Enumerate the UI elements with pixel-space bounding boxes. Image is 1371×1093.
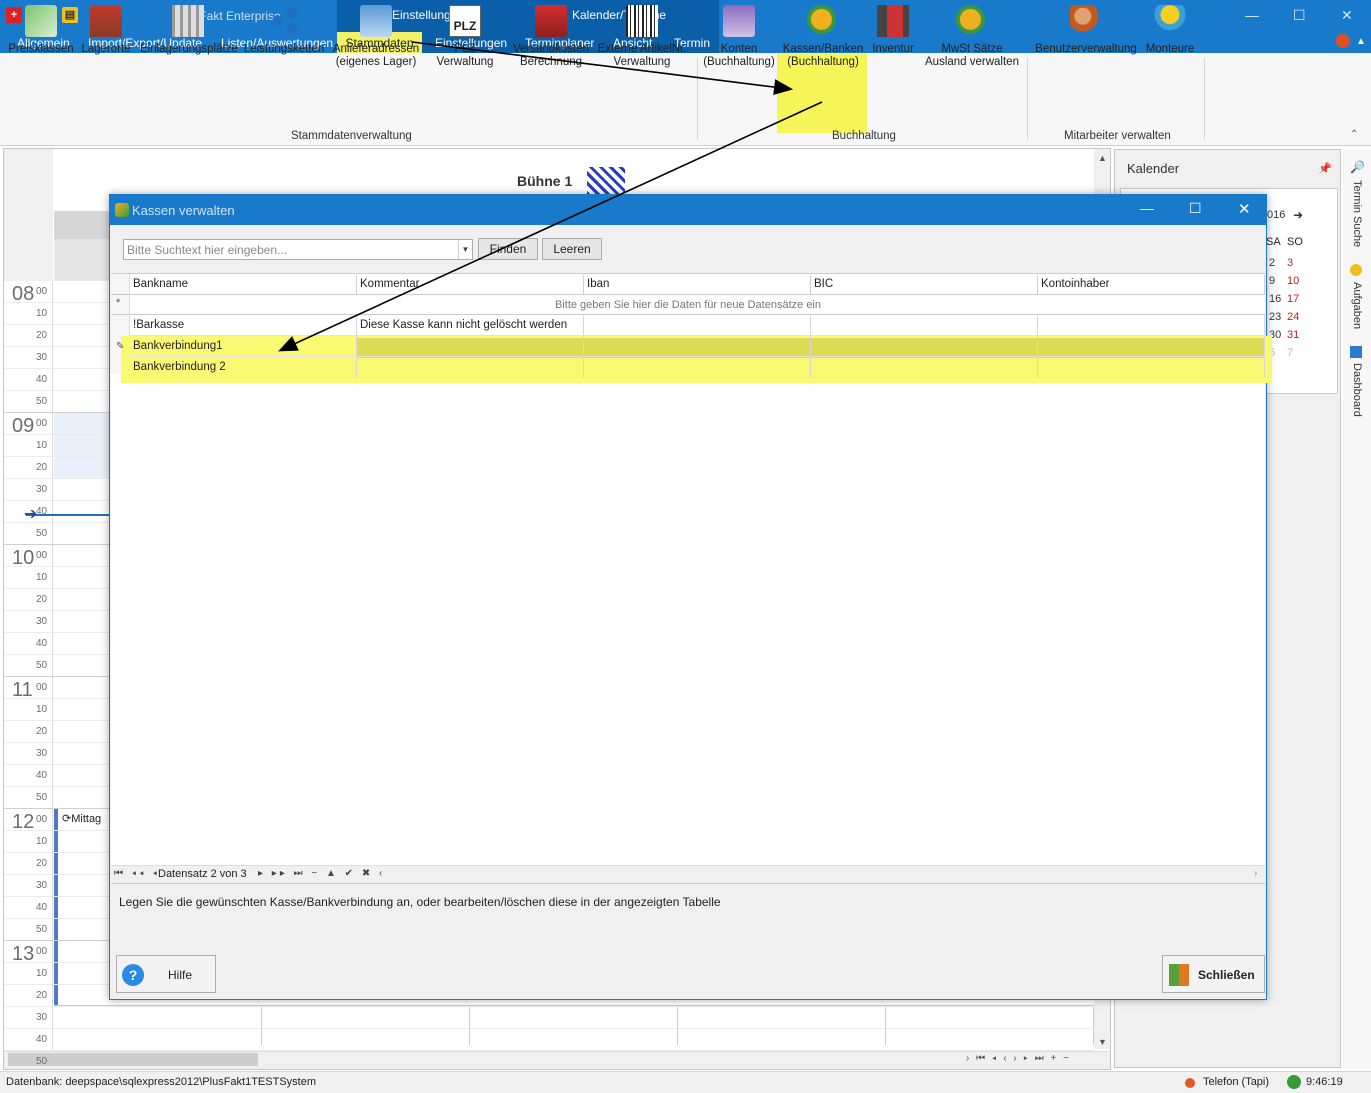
phone-status-icon	[1185, 1078, 1195, 1088]
clock-icon	[1287, 1075, 1301, 1089]
status-bar: Datenbank: deepspace\sqlexpress2012\Plus…	[0, 1071, 1371, 1093]
arrow-tab-to-kassen	[411, 41, 794, 95]
annotation-arrows	[278, 41, 823, 352]
status-time: 9:46:19	[1306, 1076, 1343, 1088]
status-phone[interactable]: Telefon (Tapi)	[1203, 1076, 1269, 1088]
arrow-kassen-to-row	[278, 101, 823, 352]
status-database: Datenbank: deepspace\sqlexpress2012\Plus…	[6, 1076, 316, 1088]
